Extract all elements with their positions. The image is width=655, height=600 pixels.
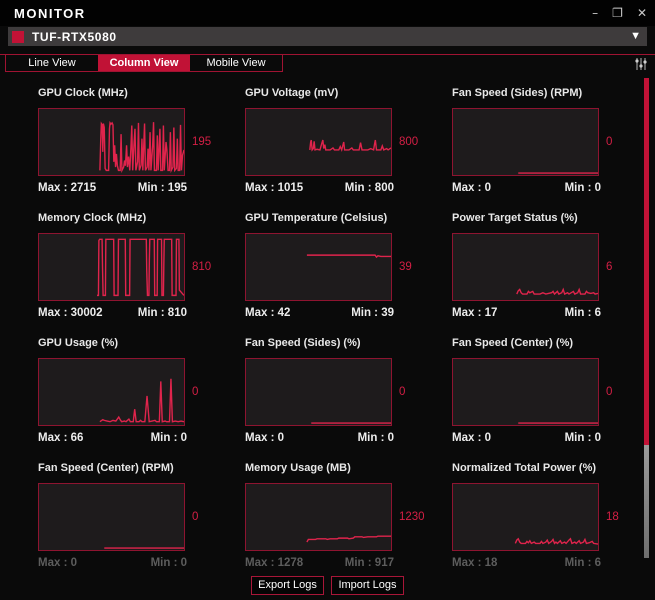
chart-current-value: 6 [606,261,613,273]
chart-current-value: 800 [399,136,419,148]
tab-line-view[interactable]: Line View [6,55,98,71]
chart-cell: GPU Clock (MHz) 195 Max : 2715 Min : 195 [38,82,245,207]
tab-mobile-view[interactable]: Mobile View [190,55,282,71]
chart-cell: Fan Speed (Center) (RPM) 0 Max : 0 Min :… [38,457,245,582]
chart-max: Max : 0 [452,432,491,444]
chart-cell: Memory Clock (MHz) 810 Max : 30002 Min :… [38,207,245,332]
chart-cell: GPU Usage (%) 0 Max : 66 Min : 0 [38,332,245,457]
chart-current-value: 0 [192,386,199,398]
chart-current-value: 0 [399,386,406,398]
tab-column-view[interactable]: Column View [98,55,190,71]
chart-cell: Normalized Total Power (%) 18 Max : 18 M… [452,457,655,582]
chart-max: Max : 1278 [245,557,304,569]
chart-cell: GPU Temperature (Celsius) 39 Max : 42 Mi… [245,207,452,332]
chart-min: Min : 0 [150,557,187,569]
chart-max: Max : 17 [452,307,498,319]
chart-cell: Memory Usage (MB) 1230 Max : 1278 Min : … [245,457,452,582]
chart-min: Min : 917 [344,557,394,569]
chart-title: Normalized Total Power (%) [452,462,597,474]
chart-max: Max : 0 [245,432,284,444]
chart-title: Fan Speed (Sides) (%) [245,337,361,349]
chart-min: Min : 0 [564,182,601,194]
filter-sliders-icon[interactable] [634,57,648,71]
chart-min: Min : 39 [351,307,394,319]
chart-plot [245,483,392,551]
footer-bar: Export Logs Import Logs [0,570,655,600]
chart-current-value: 810 [192,261,212,273]
chart-title: GPU Temperature (Celsius) [245,212,388,224]
import-logs-button[interactable]: Import Logs [331,575,404,595]
chart-min: Min : 0 [150,432,187,444]
chart-min: Min : 0 [357,432,394,444]
chart-max: Max : 1015 [245,182,304,194]
monitor-window: MONITOR – ❐ ✕ TUF-RTX5080 ▼ Line View Col… [0,0,655,600]
chart-plot [452,233,599,301]
chart-current-value: 0 [606,136,613,148]
chart-max: Max : 30002 [38,307,103,319]
chart-max: Max : 42 [245,307,291,319]
chevron-down-icon[interactable]: ▼ [630,31,641,42]
device-color-swatch [12,30,24,43]
chart-max: Max : 18 [452,557,498,569]
restore-icon[interactable]: ❐ [612,7,623,19]
app-title: MONITOR [14,5,86,21]
view-tabs: Line View Column View Mobile View [5,54,283,72]
chart-plot [452,358,599,426]
chart-cell: Fan Speed (Sides) (RPM) 0 Max : 0 Min : … [452,82,655,207]
chart-min: Min : 6 [564,557,601,569]
scrollbar[interactable] [644,78,649,570]
minimize-icon[interactable]: – [592,7,598,19]
chart-current-value: 18 [606,511,619,523]
chart-plot [245,233,392,301]
chart-current-value: 0 [192,511,199,523]
scrollbar-track[interactable] [644,445,649,558]
chart-grid: GPU Clock (MHz) 195 Max : 2715 Min : 195… [0,75,655,582]
chart-plot [245,358,392,426]
chart-title: GPU Voltage (mV) [245,87,339,99]
export-logs-button[interactable]: Export Logs [251,575,324,595]
chart-current-value: 195 [192,136,212,148]
chart-title: Memory Clock (MHz) [38,212,147,224]
chart-min: Min : 0 [564,432,601,444]
chart-min: Min : 6 [564,307,601,319]
device-selector[interactable]: TUF-RTX5080 ▼ [8,27,647,46]
chart-title: Fan Speed (Sides) (RPM) [452,87,583,99]
chart-title: Memory Usage (MB) [245,462,351,474]
chart-max: Max : 2715 [38,182,97,194]
scrollbar-thumb[interactable] [644,78,649,445]
chart-cell: Fan Speed (Sides) (%) 0 Max : 0 Min : 0 [245,332,452,457]
tab-strip: Line View Column View Mobile View [0,54,655,75]
chart-plot [38,108,185,176]
window-controls: – ❐ ✕ [592,7,647,19]
chart-max: Max : 0 [38,557,77,569]
chart-title: GPU Usage (%) [38,337,119,349]
chart-max: Max : 0 [452,182,491,194]
chart-cell: Power Target Status (%) 6 Max : 17 Min :… [452,207,655,332]
chart-plot [38,233,185,301]
chart-min: Min : 195 [137,182,187,194]
chart-plot [245,108,392,176]
chart-max: Max : 66 [38,432,84,444]
chart-title: Fan Speed (Center) (RPM) [38,462,174,474]
device-name: TUF-RTX5080 [32,29,117,44]
title-bar: MONITOR – ❐ ✕ [0,0,655,26]
chart-title: GPU Clock (MHz) [38,87,128,99]
chart-cell: GPU Voltage (mV) 800 Max : 1015 Min : 80… [245,82,452,207]
chart-title: Power Target Status (%) [452,212,578,224]
chart-plot [38,358,185,426]
chart-cell: Fan Speed (Center) (%) 0 Max : 0 Min : 0 [452,332,655,457]
close-icon[interactable]: ✕ [637,7,647,19]
chart-current-value: 0 [606,386,613,398]
chart-plot [38,483,185,551]
chart-title: Fan Speed (Center) (%) [452,337,574,349]
chart-current-value: 1230 [399,511,425,523]
chart-plot [452,483,599,551]
chart-current-value: 39 [399,261,412,273]
chart-plot [452,108,599,176]
chart-min: Min : 800 [344,182,394,194]
chart-min: Min : 810 [137,307,187,319]
